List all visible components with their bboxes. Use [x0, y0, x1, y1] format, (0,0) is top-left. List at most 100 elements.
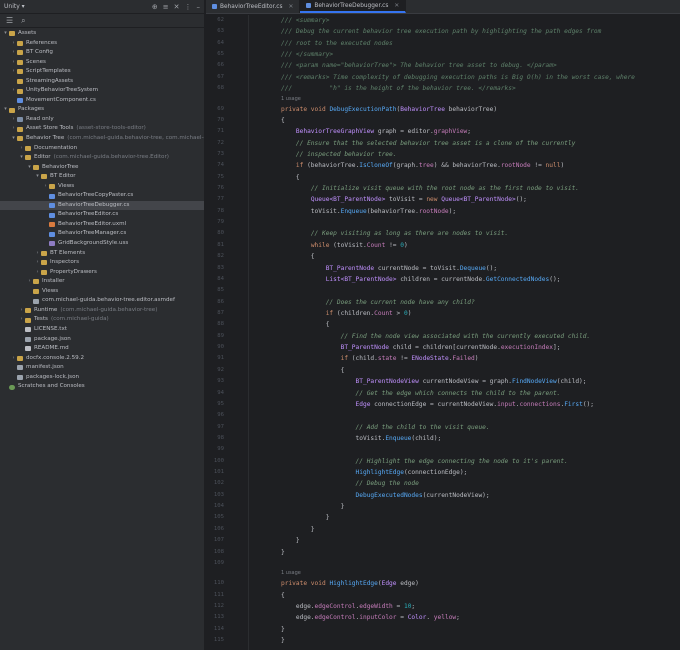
code-text: HighlightEdge(connectionEdge); — [355, 469, 468, 477]
code-line: 89 // Find the node view associated with… — [206, 331, 680, 342]
editor-tab[interactable]: BehaviorTreeEditor.cs ✕ — [206, 0, 301, 13]
chevron-right-icon[interactable]: › — [10, 58, 17, 68]
tree-item[interactable]: › Scenes — [0, 58, 204, 68]
tree-item[interactable]: › Inspectors — [0, 258, 204, 268]
chevron-right-icon[interactable]: › — [34, 268, 41, 278]
close-tab-icon[interactable]: ✕ — [289, 4, 294, 10]
chevron-right-icon[interactable]: › — [34, 258, 41, 268]
tree-item-detail: (com.michael-guida.behavior-tree) — [60, 306, 158, 313]
line-number: 74 — [217, 162, 224, 169]
chevron-right-icon[interactable]: › — [10, 48, 17, 58]
code-area[interactable]: 62 /// <summary> 63 /// Debug the current b… — [206, 15, 680, 646]
chevron-down-icon[interactable]: ▾ — [34, 172, 41, 182]
line-number: 109 — [213, 559, 224, 566]
tree-item[interactable]: › Asset Store Tools (asset-store-tools-edi… — [0, 124, 204, 134]
chevron-down-icon[interactable]: ▾ — [2, 105, 9, 115]
tree-item[interactable]: › Views — [0, 182, 204, 192]
code-text: BT_ParentNode child = children[currentNo… — [340, 344, 561, 352]
tree-item[interactable]: › Read only — [0, 115, 204, 125]
line-number: 89 — [217, 332, 224, 339]
tree-item[interactable]: ▾ BT Editor — [0, 172, 204, 182]
tree-item[interactable]: › BT Config — [0, 48, 204, 58]
tree-item-label: Views — [58, 182, 75, 189]
tree-item[interactable]: ▾ Assets — [0, 29, 204, 39]
tree-item[interactable]: › References — [0, 39, 204, 49]
tree-item[interactable]: packages-lock.json — [0, 373, 204, 383]
line-number: 69 — [217, 105, 224, 112]
code-line: 113 edge.edgeControl.inputColor = Color.… — [206, 612, 680, 623]
code-line: 102 // Debug the node — [206, 478, 680, 489]
tree-item[interactable]: MovementComponent.cs — [0, 96, 204, 106]
tree-item[interactable]: README.md — [0, 344, 204, 354]
add-icon[interactable]: ⊕ — [152, 3, 158, 11]
code-text: /// </summary> — [281, 51, 334, 59]
line-number: 105 — [213, 514, 224, 521]
code-text: List<BT_ParentNode> children = currentNo… — [325, 275, 561, 283]
tree-item[interactable]: › docfx.console.2.59.2 — [0, 354, 204, 364]
chevron-right-icon[interactable]: › — [10, 86, 17, 96]
tree-item[interactable]: › Documentation — [0, 144, 204, 154]
tree-item[interactable]: › BT Elements — [0, 249, 204, 259]
tree-item[interactable]: GridBackgroundStyle.uss — [0, 239, 204, 249]
code-line: 63 /// Debug the current behavior tree ex… — [206, 26, 680, 37]
chevron-right-icon[interactable]: › — [42, 182, 49, 192]
chevron-down-icon[interactable]: ▾ — [10, 134, 17, 144]
code-line: 114} — [206, 624, 680, 635]
chevron-right-icon[interactable]: › — [18, 315, 25, 325]
usage-hint[interactable]: 1 usage — [206, 95, 680, 104]
collapse-icon[interactable]: ≡ — [163, 3, 169, 11]
chevron-right-icon[interactable]: › — [18, 144, 25, 154]
more-icon[interactable]: ⋮ — [185, 3, 192, 11]
tree-item[interactable]: com.michael-guida.behavior-tree.editor.a… — [0, 296, 204, 306]
tree-item[interactable]: LICENSE.txt — [0, 325, 204, 335]
tree-item[interactable]: ▾ Packages — [0, 105, 204, 115]
chevron-down-icon[interactable]: ▾ — [26, 163, 33, 173]
minimize-icon[interactable]: – — [197, 3, 201, 11]
code-text: } — [281, 514, 330, 522]
tree-item[interactable]: StreamingAssets — [0, 77, 204, 87]
chevron-right-icon[interactable]: › — [10, 124, 17, 134]
chevron-right-icon[interactable]: › — [10, 115, 17, 125]
code-text: if (behaviorTree.IsCloneOf(graph.tree) &… — [295, 162, 565, 170]
tree-item[interactable]: ▾ Behavior Tree (com.michael-guida.behavio… — [0, 134, 204, 144]
tree-item[interactable]: › Installer — [0, 277, 204, 287]
chevron-right-icon[interactable]: › — [26, 277, 33, 287]
chevron-right-icon[interactable]: › — [34, 249, 41, 259]
tree-item[interactable]: ▾ Editor (com.michael-guida.behavior-tree.… — [0, 153, 204, 163]
usage-hint[interactable]: 1 usage — [206, 569, 680, 578]
tree-item[interactable]: BehaviorTreeEditor.uxml — [0, 220, 204, 230]
tree-item[interactable]: manifest.json — [0, 363, 204, 373]
folder-icon — [17, 69, 23, 75]
search-icon[interactable]: ⌕ — [21, 16, 25, 26]
chevron-right-icon[interactable]: › — [18, 306, 25, 316]
chevron-down-icon[interactable]: ▾ — [2, 29, 9, 39]
editor-tab[interactable]: BehaviorTreeDebugger.cs ✕ — [300, 0, 407, 13]
tree-item[interactable]: ▾ BehaviorTree — [0, 163, 204, 173]
tree-item[interactable]: BehaviorTreeEditor.cs — [0, 210, 204, 220]
close-tab-icon[interactable]: ✕ — [394, 3, 399, 9]
chevron-right-icon[interactable]: › — [10, 39, 17, 49]
code-text: /// Debug the current behavior tree exec… — [281, 28, 602, 36]
tree-item[interactable]: package.json — [0, 335, 204, 345]
tree-item[interactable]: BehaviorTreeManager.cs — [0, 229, 204, 239]
code-text: // Ensure that the selected behavior tre… — [295, 139, 576, 147]
code-text: // Find the node view associated with th… — [340, 332, 591, 340]
tree-item[interactable]: › Tests (com.michael-guida) — [0, 315, 204, 325]
chevron-right-icon[interactable]: › — [10, 67, 17, 77]
tree-item[interactable]: › Runtime (com.michael-guida.behavior-tree… — [0, 306, 204, 316]
line-number: 104 — [213, 503, 224, 510]
folder-icon — [25, 317, 31, 323]
close-icon[interactable]: ✕ — [174, 3, 180, 11]
project-dropdown[interactable]: Unity ▾ — [4, 3, 25, 10]
tree-item[interactable]: Views — [0, 287, 204, 297]
tree-item[interactable]: Scratches and Consoles — [0, 382, 204, 392]
tree-item[interactable]: BehaviorTreeDebugger.cs — [0, 200, 204, 211]
chevron-down-icon[interactable]: ▾ — [18, 153, 25, 163]
tree-item[interactable]: › PropertyDrawers — [0, 268, 204, 278]
list-icon[interactable]: ☰ — [6, 16, 13, 25]
chevron-right-icon[interactable]: › — [10, 354, 17, 364]
tree-item[interactable]: › ScriptTemplates — [0, 67, 204, 77]
code-line: 90 BT_ParentNode child = children[curren… — [206, 342, 680, 353]
tree-item[interactable]: › UnityBehaviorTreeSystem — [0, 86, 204, 96]
tree-item[interactable]: BehaviorTreeCopyPaster.cs — [0, 191, 204, 201]
